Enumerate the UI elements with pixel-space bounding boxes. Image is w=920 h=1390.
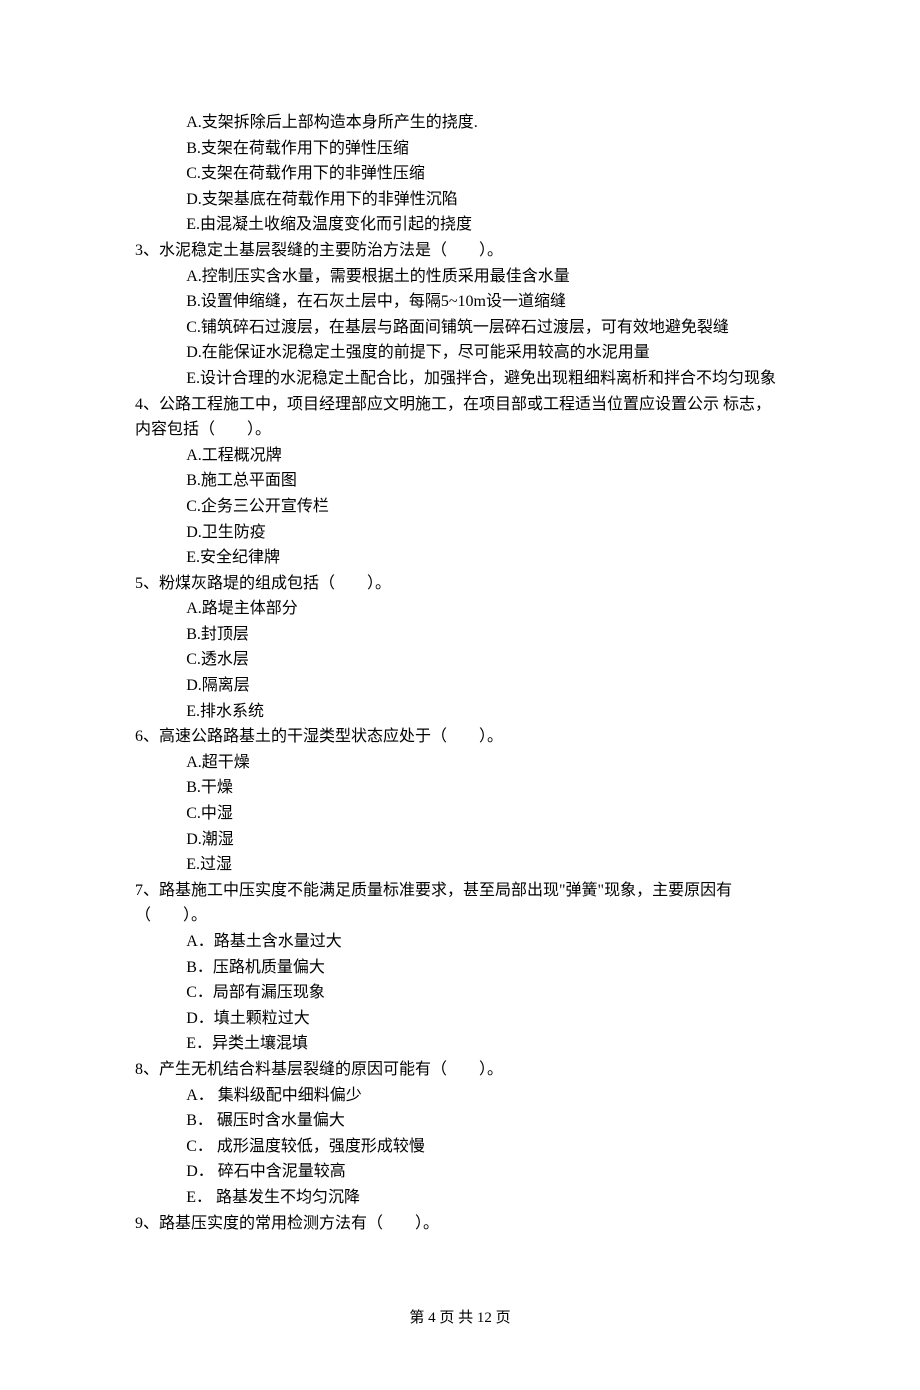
- option-line: A．路基土含水量过大: [135, 929, 785, 955]
- option-line: C．局部有漏压现象: [135, 980, 785, 1006]
- question-stem-cont: （ ）。: [135, 903, 785, 929]
- footer-prefix: 第: [409, 1310, 428, 1326]
- option-line: C.透水层: [135, 647, 785, 673]
- option-line: E.安全纪律牌: [135, 545, 785, 571]
- question-stem: 4、公路工程施工中，项目经理部应文明施工，在项目部或工程适当位置应设置公示 标志…: [135, 392, 785, 418]
- option-line: B.干燥: [135, 775, 785, 801]
- option-line: B.设置伸缩缝，在石灰土层中，每隔5~10m设一道缩缝: [135, 289, 785, 315]
- option-line: A． 集料级配中细料偏少: [135, 1083, 785, 1109]
- question-stem-cont: 内容包括（ ）。: [135, 417, 785, 443]
- option-line: C.铺筑碎石过渡层，在基层与路面间铺筑一层碎石过渡层，可有效地避免裂缝: [135, 315, 785, 341]
- question-stem: 3、水泥稳定土基层裂缝的主要防治方法是（ ）。: [135, 238, 785, 264]
- option-line: C． 成形温度较低，强度形成较慢: [135, 1134, 785, 1160]
- question-stem: 7、路基施工中压实度不能满足质量标准要求，甚至局部出现"弹簧"现象，主要原因有: [135, 878, 785, 904]
- option-line: B.封顶层: [135, 622, 785, 648]
- option-line: A.工程概况牌: [135, 443, 785, 469]
- option-line: C.企务三公开宣传栏: [135, 494, 785, 520]
- option-line: D.支架基底在荷载作用下的非弹性沉陷: [135, 187, 785, 213]
- option-line: B.施工总平面图: [135, 468, 785, 494]
- option-line: B.支架在荷载作用下的弹性压缩: [135, 136, 785, 162]
- option-line: E.由混凝土收缩及温度变化而引起的挠度: [135, 212, 785, 238]
- option-line: E．异类土壤混填: [135, 1031, 785, 1057]
- option-line: D.在能保证水泥稳定土强度的前提下，尽可能采用较高的水泥用量: [135, 340, 785, 366]
- option-line: D.隔离层: [135, 673, 785, 699]
- option-line: E.过湿: [135, 852, 785, 878]
- question-stem: 5、粉煤灰路堤的组成包括（ ）。: [135, 571, 785, 597]
- document-page: A.支架拆除后上部构造本身所产生的挠度. B.支架在荷载作用下的弹性压缩 C.支…: [0, 0, 920, 1390]
- option-line: A.支架拆除后上部构造本身所产生的挠度.: [135, 110, 785, 136]
- option-line: C.中湿: [135, 801, 785, 827]
- option-line: D． 碎石中含泥量较高: [135, 1159, 785, 1185]
- option-line: B． 碾压时含水量偏大: [135, 1108, 785, 1134]
- option-line: B．压路机质量偏大: [135, 955, 785, 981]
- option-line: E.排水系统: [135, 699, 785, 725]
- page-footer: 第 4 页 共 12 页: [135, 1306, 785, 1330]
- option-line: A.路堤主体部分: [135, 596, 785, 622]
- footer-total-pages: 12: [477, 1310, 492, 1326]
- question-stem: 9、路基压实度的常用检测方法有（ ）。: [135, 1211, 785, 1237]
- option-line: E.设计合理的水泥稳定土配合比，加强拌合，避免出现粗细料离析和拌合不均匀现象: [135, 366, 785, 392]
- option-line: C.支架在荷载作用下的非弹性压缩: [135, 161, 785, 187]
- option-line: A.控制压实含水量，需要根据土的性质采用最佳含水量: [135, 264, 785, 290]
- question-stem: 6、高速公路路基土的干湿类型状态应处于（ ）。: [135, 724, 785, 750]
- option-line: D.卫生防疫: [135, 520, 785, 546]
- footer-suffix: 页: [492, 1310, 511, 1326]
- option-line: A.超干燥: [135, 750, 785, 776]
- option-line: D．填土颗粒过大: [135, 1006, 785, 1032]
- option-line: E． 路基发生不均匀沉降: [135, 1185, 785, 1211]
- question-stem: 8、产生无机结合料基层裂缝的原因可能有（ ）。: [135, 1057, 785, 1083]
- footer-current-page: 4: [428, 1310, 436, 1326]
- footer-middle: 页 共: [436, 1310, 477, 1326]
- option-line: D.潮湿: [135, 827, 785, 853]
